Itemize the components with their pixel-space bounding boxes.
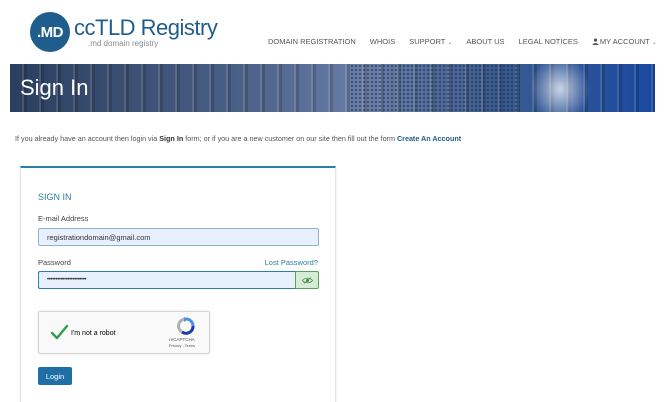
nav-my-account[interactable]: MY ACCOUNT ⌄: [592, 37, 657, 46]
logo-subtitle: .md domain registry: [88, 38, 159, 48]
recaptcha-label: I'm not a robot: [71, 330, 116, 337]
sign-in-card: SIGN IN E-mail Address Password Lost Pas…: [20, 166, 336, 402]
banner-texture: [350, 64, 520, 112]
nav-legal-notices[interactable]: LEGAL NOTICES: [519, 37, 578, 46]
nav-whois-label: WHOIS: [369, 36, 396, 46]
site-logo[interactable]: .MD ccTLD Registry .md domain registry: [30, 12, 218, 52]
nav-whois[interactable]: WHOIS: [370, 37, 395, 46]
nav-support-label: SUPPORT: [409, 36, 446, 46]
nav-my-account-label: MY ACCOUNT: [599, 36, 650, 46]
nav-support[interactable]: SUPPORT ⌄: [409, 37, 452, 46]
lost-password-link[interactable]: Lost Password?: [265, 258, 318, 267]
password-field[interactable]: [38, 271, 295, 289]
password-group: [38, 271, 319, 289]
intro-text-start: If you already have an account then logi…: [15, 134, 160, 143]
site-header: .MD ccTLD Registry .md domain registry D…: [0, 0, 665, 62]
email-label: E-mail Address: [38, 214, 89, 223]
nav-about-us[interactable]: ABOUT US: [466, 37, 504, 46]
nav-domain-registration[interactable]: DOMAIN REGISTRATION: [268, 37, 356, 46]
show-password-button[interactable]: [295, 271, 319, 289]
nav-domain-registration-label: DOMAIN REGISTRATION: [268, 36, 356, 46]
checkmark-icon: [50, 324, 69, 340]
intro-sign-in-emphasis: Sign In: [159, 134, 184, 143]
chevron-down-icon: ⌄: [651, 39, 657, 46]
login-button[interactable]: Login: [38, 367, 72, 385]
banner-glow: [530, 64, 590, 112]
intro-text: If you already have an account then logi…: [15, 134, 461, 143]
recaptcha-widget: I'm not a robot reCAPTCHA Privacy - Term…: [38, 311, 210, 354]
eye-icon: [301, 276, 313, 284]
sign-in-heading: SIGN IN: [38, 192, 72, 202]
user-icon: [592, 37, 599, 45]
intro-text-end: form; or if you are a new customer on ou…: [183, 134, 397, 143]
email-field[interactable]: [38, 228, 319, 246]
create-account-link[interactable]: Create An Account: [397, 134, 461, 143]
nav-legal-notices-label: LEGAL NOTICES: [518, 36, 578, 46]
chevron-down-icon: ⌄: [447, 39, 453, 46]
main-nav: DOMAIN REGISTRATION WHOIS SUPPORT ⌄ ABOUT…: [268, 35, 657, 47]
logo-title: ccTLD Registry: [74, 14, 218, 40]
password-label: Password: [38, 258, 71, 267]
page-title: Sign In: [20, 75, 89, 100]
logo-text: ccTLD Registry .md domain registry: [74, 14, 218, 48]
recaptcha-terms-link[interactable]: Privacy - Terms: [157, 344, 207, 348]
logo-badge: .MD: [30, 12, 70, 52]
page-banner: Sign In: [10, 64, 655, 112]
recaptcha-checkbox[interactable]: [49, 322, 69, 342]
recaptcha-logo-icon: [177, 317, 195, 335]
nav-about-us-label: ABOUT US: [466, 36, 505, 46]
recaptcha-brand: reCAPTCHA: [169, 337, 195, 342]
